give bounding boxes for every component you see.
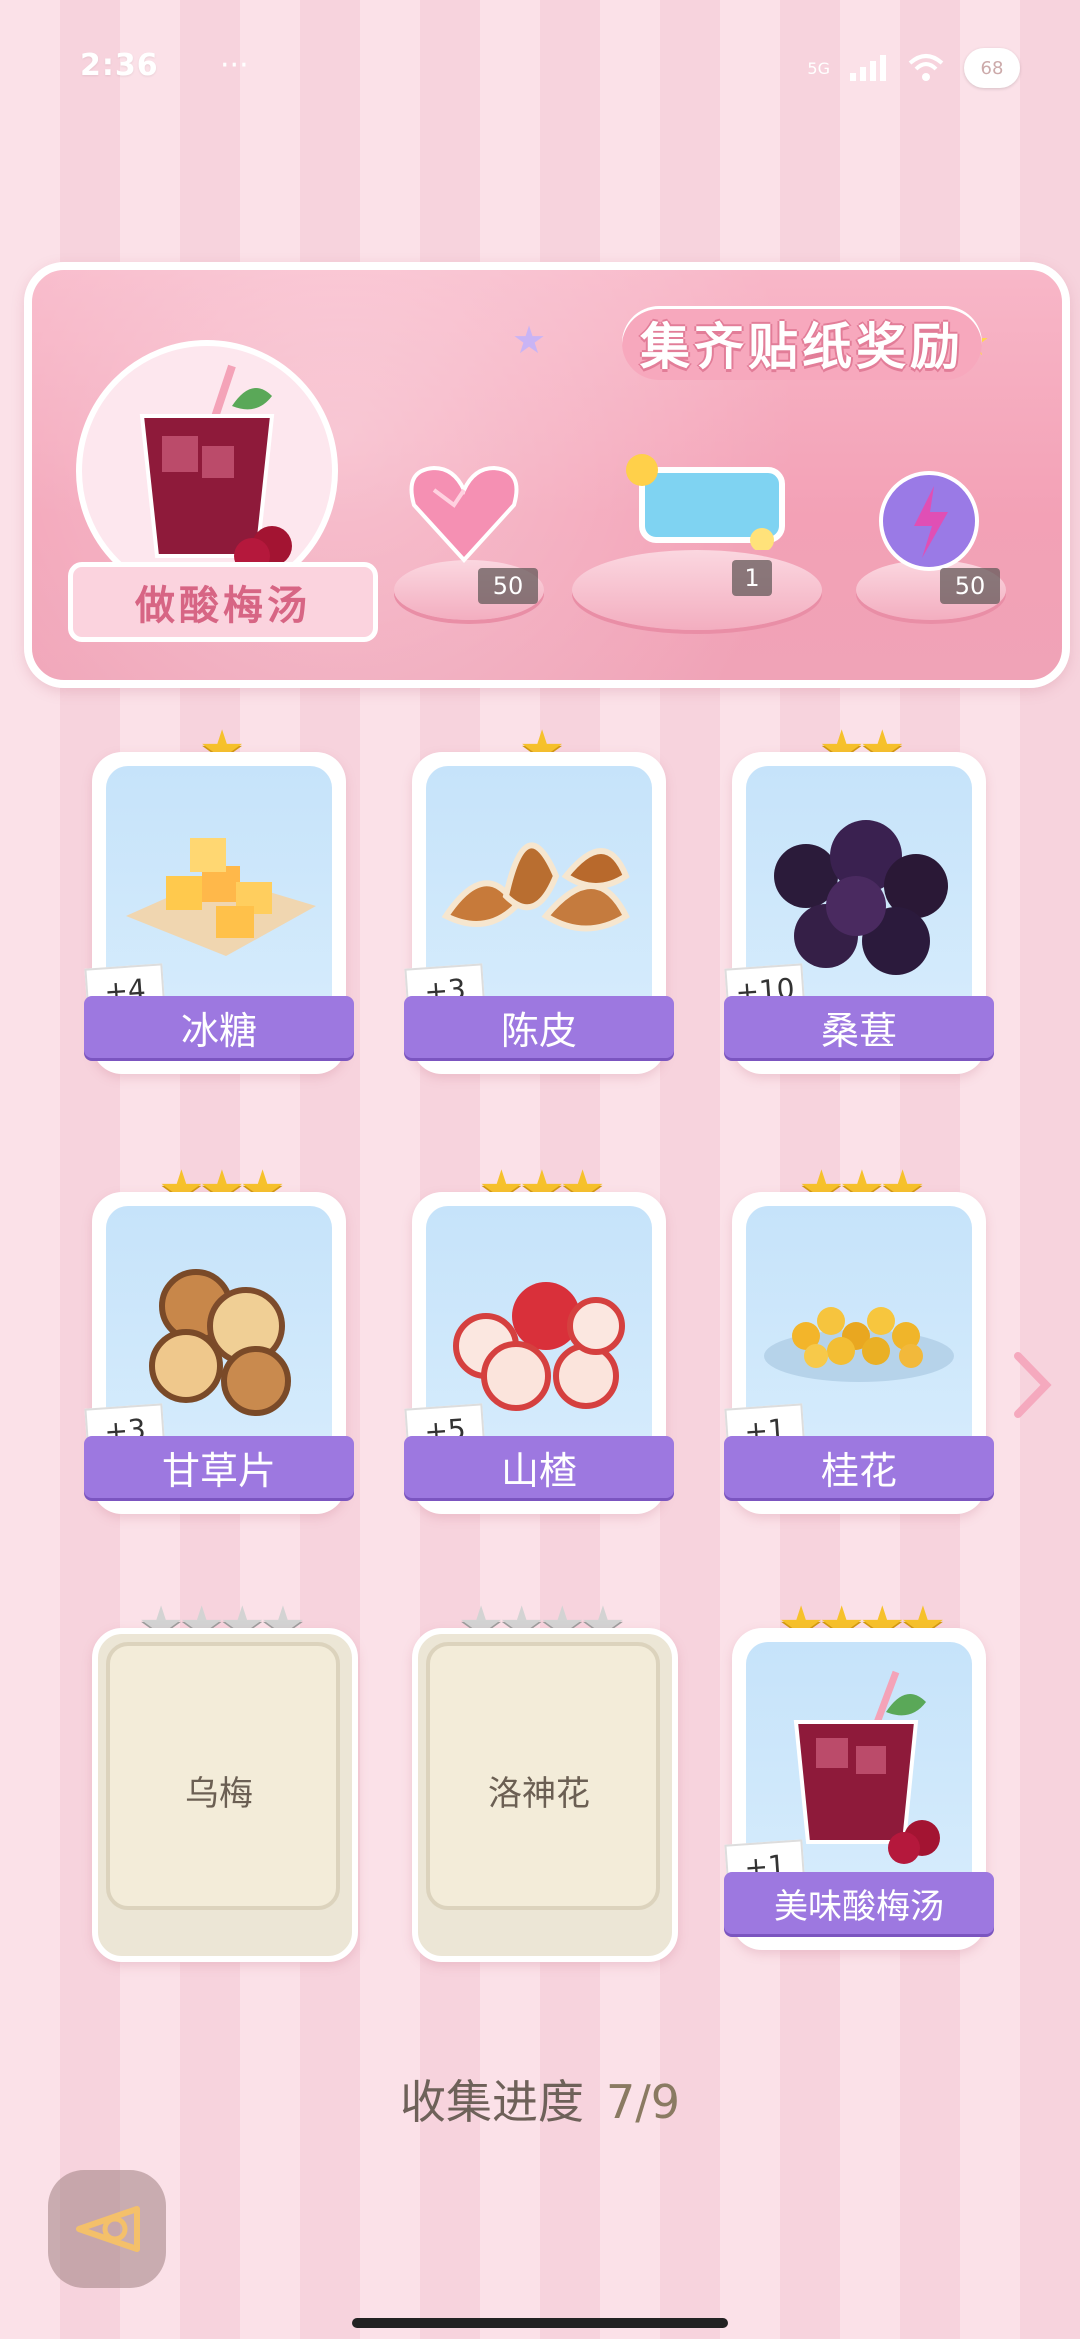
wifi-icon <box>908 54 944 81</box>
status-right: 5G 68 <box>807 48 1020 88</box>
drink-sticker-icon <box>626 454 785 550</box>
card-name: 乌梅 <box>185 1774 253 1814</box>
mulberry-icon <box>774 820 948 975</box>
card-name: 桑葚 <box>724 996 994 1058</box>
sticker-card[interactable]: ★ +3 陈皮 <box>404 722 674 1074</box>
plum-drink-icon <box>793 1670 940 1864</box>
sticker-card[interactable]: ★★ +10 桑葚 <box>724 722 994 1074</box>
banner-title-wrap: 集齐贴纸奖励 <box>622 306 982 380</box>
reward-pedestal <box>572 550 822 630</box>
reward-banner: ★ ★ 集齐贴纸奖励 做酸梅汤 50 1 50 <box>24 262 1070 688</box>
card-name: 陈皮 <box>404 996 674 1058</box>
sticker-card[interactable]: ★★★★ +1 美味酸梅汤 <box>724 1598 994 1950</box>
rock-sugar-icon <box>126 838 316 956</box>
card-name: 美味酸梅汤 <box>724 1872 994 1934</box>
hawthorn-icon <box>453 1282 625 1411</box>
card-name: 冰糖 <box>84 996 354 1058</box>
chevron-right-icon[interactable] <box>1010 1350 1054 1420</box>
plum-drink-icon <box>139 364 292 574</box>
sticker-card[interactable]: ★★★ +3 甘草片 <box>84 1162 354 1514</box>
make-plum-drink-button[interactable]: 做酸梅汤 <box>68 562 378 642</box>
back-arrow-icon <box>76 2206 140 2252</box>
status-more: ··· <box>220 48 249 83</box>
locked-sticker-card[interactable]: ★★★★ 乌梅 <box>92 1598 358 1962</box>
avatar-icon[interactable]: 68 <box>964 48 1020 88</box>
card-name: 甘草片 <box>84 1436 354 1498</box>
locked-sticker-card[interactable]: ★★★★ 洛神花 <box>412 1598 678 1962</box>
back-button[interactable] <box>48 2170 166 2288</box>
orange-peel-icon <box>441 842 630 932</box>
energy-orb-icon <box>879 471 979 571</box>
network-label: 5G <box>807 58 830 78</box>
collection-progress: 收集进度 7/9 <box>0 2066 1080 2132</box>
sticker-card[interactable]: ★ +4 冰糖 <box>84 722 354 1074</box>
card-name: 桂花 <box>724 1436 994 1498</box>
reward-count: 50 <box>940 568 1000 604</box>
progress-label: 收集进度 <box>399 2075 584 2129</box>
sticker-card[interactable]: ★★★ +1 桂花 <box>724 1162 994 1514</box>
signal-icon <box>850 55 886 81</box>
status-time: 2:36 <box>80 48 159 83</box>
progress-value: 7/9 <box>605 2075 681 2129</box>
osmanthus-icon <box>764 1307 954 1382</box>
reward-count: 50 <box>478 568 538 604</box>
banner-title: 集齐贴纸奖励 <box>640 318 964 376</box>
card-name: 洛神花 <box>488 1774 590 1814</box>
home-indicator[interactable] <box>352 2318 728 2328</box>
sticker-card[interactable]: ★★★ +5 山楂 <box>404 1162 674 1514</box>
status-bar: 2:36 ··· 5G 68 <box>80 48 1020 92</box>
reward-count: 1 <box>732 560 772 596</box>
card-name: 山楂 <box>404 1436 674 1498</box>
licorice-slices-icon <box>149 1269 291 1416</box>
heart-gem-icon <box>409 465 519 563</box>
star-icon: ★ <box>512 318 547 362</box>
